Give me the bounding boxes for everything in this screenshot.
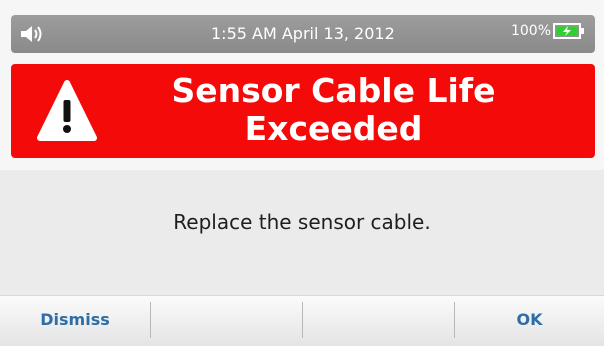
softkey-bar: Dismiss OK [0,295,604,346]
battery-icon [553,23,584,39]
alarm-banner: Sensor Cable Life Exceeded [11,64,595,158]
alarm-title-line-2: Exceeded [244,109,423,148]
status-bar: 1:55 AM April 13, 2012 100% [11,15,595,53]
softkey-slot-3[interactable] [303,296,453,346]
alarm-title: Sensor Cable Life Exceeded [106,72,561,148]
alarm-title-line-1: Sensor Cable Life [171,71,496,110]
status-datetime: 1:55 AM April 13, 2012 [211,24,395,43]
softkey-slot-2[interactable] [151,296,301,346]
dismiss-button[interactable]: Dismiss [0,296,150,346]
warning-icon [37,80,97,141]
header-area: 1:55 AM April 13, 2012 100% Sensor Cable… [0,0,604,170]
battery-percent: 100% [510,23,551,39]
speaker-icon[interactable] [20,24,46,44]
alarm-message: Replace the sensor cable. [173,210,431,234]
device-screen: 1:55 AM April 13, 2012 100% Sensor Cable… [0,0,604,346]
ok-button[interactable]: OK [455,296,604,346]
